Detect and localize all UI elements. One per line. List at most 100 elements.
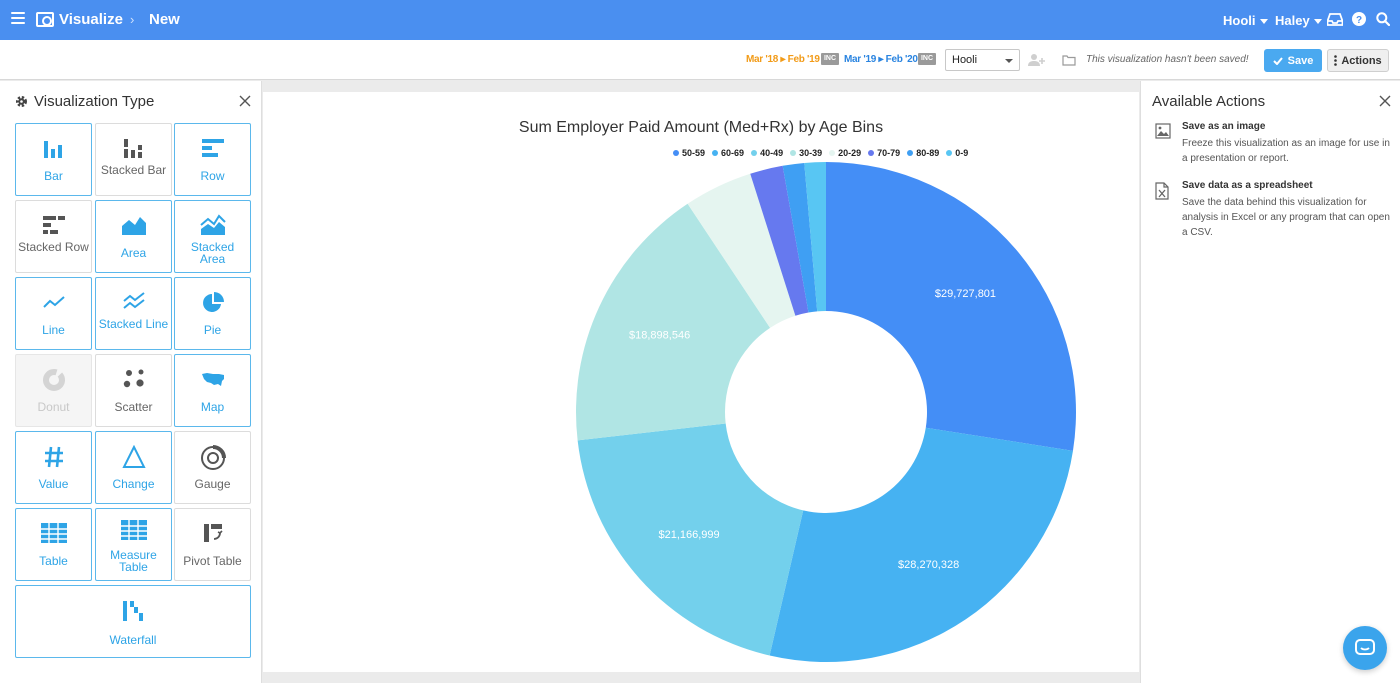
slice-value-label: $29,727,801 — [935, 288, 996, 300]
viz-type-gauge[interactable]: Gauge — [174, 431, 251, 504]
search-icon[interactable] — [1376, 12, 1391, 31]
viz-type-pie[interactable]: Pie — [174, 277, 251, 350]
action-description: Save the data behind this visualization … — [1182, 197, 1390, 238]
org-menu-label: Hooli — [1223, 13, 1256, 28]
actions-button-label: Actions — [1341, 54, 1382, 67]
visualize-logo-icon — [36, 12, 54, 27]
user-menu[interactable]: Haley — [1275, 13, 1322, 28]
gauge-icon — [200, 445, 226, 470]
table-icon — [40, 523, 67, 543]
chat-launcher-button[interactable] — [1343, 626, 1387, 670]
share-user-icon[interactable] — [1028, 53, 1046, 72]
viz-type-row[interactable]: Row — [174, 123, 251, 196]
chart-canvas: Sum Employer Paid Amount (Med+Rx) by Age… — [263, 92, 1139, 672]
top-navigation-bar: Visualize › New Hooli Haley ? — [0, 0, 1400, 40]
viz-type-bar[interactable]: Bar — [15, 123, 92, 196]
hash-icon — [44, 446, 63, 468]
viz-type-label: Pivot Table — [183, 554, 242, 568]
save-button-label: Save — [1287, 54, 1314, 67]
donut-chart: $29,727,801 $28,270,328 $21,166,999 $18,898… — [576, 162, 1076, 662]
pivot-table-icon — [203, 524, 223, 542]
viz-type-label: Scatter — [114, 400, 153, 414]
stacked-row-chart-icon — [42, 216, 65, 234]
action-heading: Save data as a spreadsheet — [1182, 180, 1313, 191]
viz-type-label: Line — [42, 323, 65, 337]
chat-icon — [1355, 639, 1375, 655]
waterfall-chart-icon — [123, 601, 143, 621]
delta-icon — [121, 445, 146, 468]
viz-type-stacked-line[interactable]: Stacked Line — [95, 277, 172, 350]
viz-type-measure-table[interactable]: Measure Table — [95, 508, 172, 581]
panel-title: Visualization Type — [34, 93, 155, 110]
viz-type-stacked-area[interactable]: Stacked Area — [174, 200, 251, 273]
viz-type-label: Row — [200, 169, 225, 183]
caret-down-icon — [1259, 19, 1268, 25]
donut-slice-50-59[interactable] — [826, 162, 1076, 451]
viz-type-donut[interactable]: Donut — [15, 354, 92, 427]
viz-type-label: Table — [39, 554, 68, 568]
viz-type-label: Bar — [44, 169, 63, 183]
org-menu[interactable]: Hooli — [1223, 13, 1268, 28]
org-select[interactable]: Hooli — [945, 49, 1020, 71]
compare-date-range[interactable]: Mar '19 ▸ Feb '20 — [844, 54, 918, 65]
inc-badge-compare: INC — [918, 53, 936, 65]
viz-type-label: Stacked Row — [18, 240, 89, 254]
pie-chart-icon — [202, 292, 224, 312]
viz-type-label: Stacked Line — [98, 317, 169, 331]
viz-type-stacked-bar[interactable]: Stacked Bar — [95, 123, 172, 196]
save-button[interactable]: Save — [1264, 49, 1322, 72]
breadcrumb-separator: › — [130, 12, 135, 27]
stacked-area-chart-icon — [199, 214, 226, 235]
hamburger-menu-icon[interactable] — [11, 12, 25, 24]
user-menu-label: Haley — [1275, 13, 1310, 28]
caret-down-icon — [1313, 19, 1322, 25]
app-title[interactable]: Visualize — [59, 11, 123, 28]
folder-icon[interactable] — [1062, 53, 1076, 71]
viz-type-area[interactable]: Area — [95, 200, 172, 273]
viz-type-change[interactable]: Change — [95, 431, 172, 504]
slice-value-label: $28,270,328 — [898, 559, 959, 571]
donut-chart-icon — [42, 369, 65, 391]
viz-type-map[interactable]: Map — [174, 354, 251, 427]
viz-type-label: Pie — [203, 323, 222, 337]
svg-text:?: ? — [1356, 15, 1362, 26]
gear-icon — [15, 95, 28, 113]
save-as-spreadsheet-action[interactable]: Save data as a spreadsheet Save the data… — [1155, 180, 1391, 242]
viz-type-pivot-table[interactable]: Pivot Table — [174, 508, 251, 581]
viz-type-line[interactable]: Line — [15, 277, 92, 350]
viz-type-label: Donut — [37, 400, 70, 414]
viz-type-stacked-row[interactable]: Stacked Row — [15, 200, 92, 273]
viz-type-scatter[interactable]: Scatter — [95, 354, 172, 427]
help-icon[interactable]: ? — [1352, 12, 1366, 31]
inbox-icon[interactable] — [1326, 12, 1344, 32]
save-as-image-action[interactable]: Save as an image Freeze this visualizati… — [1155, 121, 1391, 169]
viz-type-label: Area — [120, 246, 147, 260]
viz-type-value[interactable]: Value — [15, 431, 92, 504]
viz-type-label: Map — [200, 400, 225, 414]
row-chart-icon — [201, 139, 224, 157]
unsaved-notice: This visualization hasn't been saved! — [1086, 54, 1249, 65]
viz-type-label: Stacked Bar — [100, 163, 167, 177]
viz-type-table[interactable]: Table — [15, 508, 92, 581]
actions-button[interactable]: Actions — [1327, 49, 1389, 72]
close-icon[interactable] — [1379, 94, 1391, 112]
close-icon[interactable] — [239, 94, 251, 112]
line-chart-icon — [42, 296, 65, 308]
spreadsheet-file-icon — [1155, 182, 1169, 205]
viz-type-waterfall[interactable]: Waterfall — [15, 585, 251, 658]
viz-type-label: Value — [38, 477, 69, 491]
chevron-down-icon — [1005, 59, 1013, 63]
viz-type-label: Gauge — [194, 477, 231, 491]
image-file-icon — [1155, 123, 1171, 144]
area-chart-icon — [121, 217, 146, 235]
inc-badge: INC — [821, 53, 839, 65]
viz-type-label: Measure Table — [110, 548, 157, 574]
org-select-value: Hooli — [952, 54, 978, 66]
slice-value-label: $18,898,546 — [629, 330, 690, 342]
visualization-type-panel: Visualization Type Bar Stacked Bar Row S… — [0, 81, 262, 683]
action-heading: Save as an image — [1182, 121, 1266, 132]
measure-table-icon — [120, 520, 147, 540]
donut-slice-60-69[interactable] — [769, 427, 1073, 662]
primary-date-range[interactable]: Mar '18 ▸ Feb '19 — [746, 54, 820, 65]
viz-type-label: Waterfall — [109, 633, 157, 647]
